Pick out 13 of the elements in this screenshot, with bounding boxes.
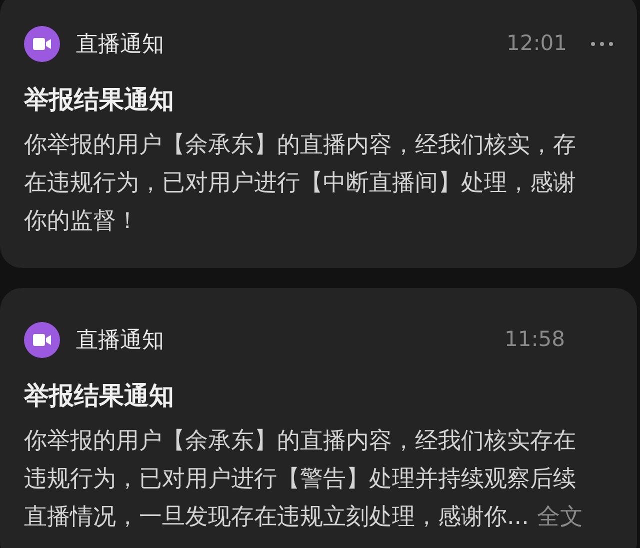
video-camera-icon [24,26,60,62]
notification-card[interactable]: 直播通知 12:01 举报结果通知 你举报的用户【余承东】的直播内容，经我们核实，存在违规行为，已对用户进行【中断直播间】处理，感谢你的监督！ [0,0,637,268]
notification-card[interactable]: 直播通知 11:58 举报结果通知 你举报的用户【余承东】的直播内容，经我们核实存在违规行为，已对用户进行【警告】处理并持续观察后续直播情况，一旦发现存在违规立刻处理，感谢你... 全文 [0,288,637,548]
notification-time: 12:01 [506,30,567,58]
video-camera-icon [24,322,60,358]
app-name: 直播通知 [76,326,164,354]
notification-time: 11:58 [504,326,565,354]
notification-message: 你举报的用户【余承东】的直播内容，经我们核实，存在违规行为，已对用户进行【中断直播间】处理，感谢你的监督！ [24,131,577,236]
app-name: 直播通知 [76,30,164,58]
full-text-link[interactable]: 全文 [536,504,583,530]
notification-title: 举报结果通知 [24,84,175,116]
notification-message: 你举报的用户【余承东】的直播内容，经我们核实存在违规行为，已对用户进行【警告】处理并持续观察后续直播情况，一旦发现存在违规立刻处理，感谢你... 全文 [24,427,584,532]
notification-title: 举报结果通知 [24,380,175,412]
